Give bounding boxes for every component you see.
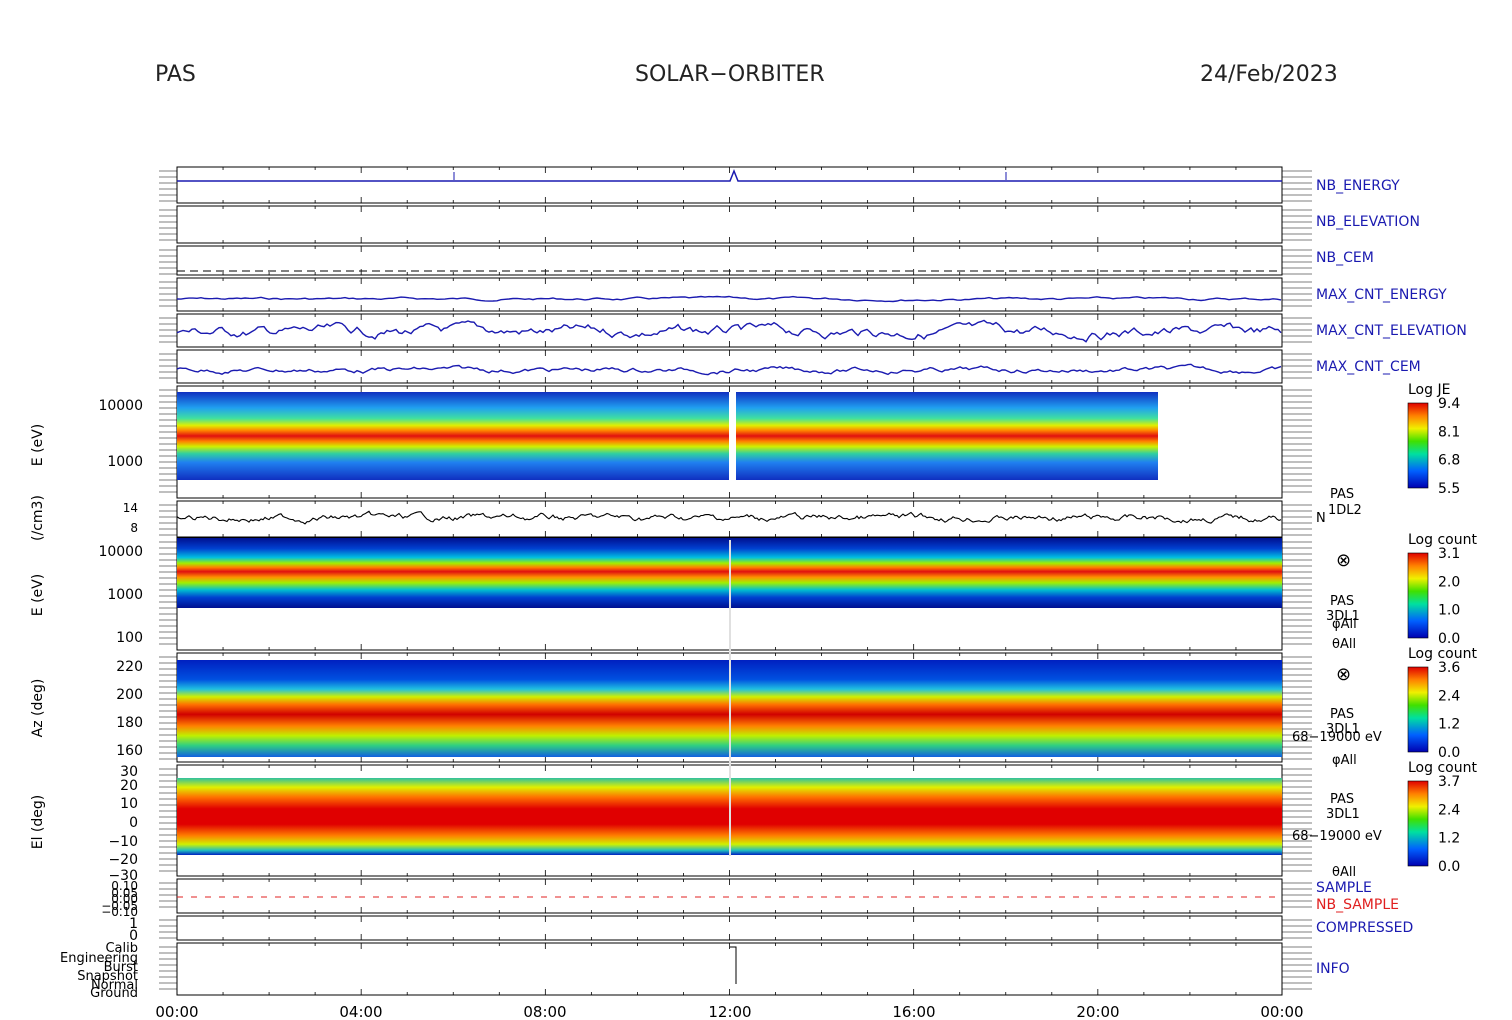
density-label: 1DL2 bbox=[1328, 503, 1362, 518]
colorbar-tick: 1.2 bbox=[1438, 717, 1460, 733]
y-axis-label: E (eV) bbox=[30, 424, 46, 466]
max-cnt-elevation-trace bbox=[176, 319, 1282, 343]
energy-spectrogram-band bbox=[177, 392, 729, 480]
y-tick-label: 14 bbox=[123, 501, 138, 515]
y-tick-label: 8 bbox=[130, 521, 138, 535]
data-gap bbox=[729, 392, 736, 480]
max-cnt-elevation-label: MAX_CNT_ELEVATION bbox=[1316, 323, 1467, 339]
max-cnt-cem-label: MAX_CNT_CEM bbox=[1316, 359, 1421, 375]
colorbar-tick: 8.1 bbox=[1438, 424, 1460, 440]
summary-plot: NB_ENERGY NB_ELEVATION NB_CEM MAX_CNT_ENERG… bbox=[30, 166, 1477, 1020]
info-label: INFO bbox=[1316, 961, 1350, 977]
x-tick-label: 12:00 bbox=[708, 1003, 751, 1020]
colorbar-tick: 2.4 bbox=[1438, 688, 1460, 704]
panel-label: PAS bbox=[1330, 792, 1354, 807]
panel-label: PAS bbox=[1330, 707, 1354, 722]
panel-label: 3DL1 bbox=[1326, 807, 1360, 822]
colorbar-tick: 9.4 bbox=[1438, 396, 1460, 412]
colorbar-tick: 0.0 bbox=[1438, 859, 1460, 875]
panel-label: θAll bbox=[1332, 865, 1356, 880]
colorbar-tick: 3.1 bbox=[1438, 546, 1460, 562]
y-tick-label: Ground bbox=[90, 986, 138, 1001]
energy-spectrogram-band bbox=[736, 392, 1158, 480]
y-axis-label: El (deg) bbox=[30, 795, 46, 850]
y-tick-label: −20 bbox=[108, 852, 138, 868]
colorbar-tick: 0.0 bbox=[1438, 745, 1460, 761]
y-tick-label: 10 bbox=[120, 796, 138, 812]
nb-energy-label: NB_ENERGY bbox=[1316, 178, 1400, 194]
max-cnt-cem-trace bbox=[176, 363, 1282, 376]
panel-label: 68−19000 eV bbox=[1292, 730, 1382, 745]
colorbar-tick: 3.7 bbox=[1438, 774, 1460, 790]
y-axis-label: (/cm3) bbox=[30, 495, 46, 541]
max-cnt-energy-label: MAX_CNT_ENERGY bbox=[1316, 287, 1447, 303]
panel-label: φAll bbox=[1332, 753, 1357, 768]
y-tick-label: 180 bbox=[116, 715, 143, 731]
colorbar bbox=[1407, 780, 1429, 867]
info-trace bbox=[730, 946, 737, 984]
y-axis-label: E (eV) bbox=[30, 574, 46, 616]
x-tick-label: 00:00 bbox=[155, 1003, 198, 1020]
colorbar bbox=[1407, 666, 1429, 753]
y-tick-label: 10000 bbox=[98, 398, 143, 414]
y-tick-label: 20 bbox=[120, 778, 138, 794]
panel-label: φAll bbox=[1332, 617, 1357, 632]
nb-sample-label: NB_SAMPLE bbox=[1316, 897, 1399, 913]
nb-elevation-label: NB_ELEVATION bbox=[1316, 214, 1420, 230]
direction-symbol: ⊗ bbox=[1336, 664, 1351, 685]
colorbar bbox=[1407, 552, 1429, 639]
x-tick-label: 20:00 bbox=[1076, 1003, 1119, 1020]
y-tick-label: 10000 bbox=[98, 544, 143, 560]
density-trace bbox=[176, 510, 1282, 525]
colorbar bbox=[1407, 402, 1429, 489]
panel-label: 68−19000 eV bbox=[1292, 829, 1382, 844]
panel-label: PAS bbox=[1330, 594, 1354, 609]
y-tick-label: 1000 bbox=[107, 587, 143, 603]
y-axis-label: Az (deg) bbox=[30, 679, 46, 738]
max-cnt-energy-trace bbox=[176, 295, 1282, 303]
colorbar-tick: 3.6 bbox=[1438, 660, 1460, 676]
nb-cem-label: NB_CEM bbox=[1316, 250, 1374, 266]
y-tick-label: 1000 bbox=[107, 454, 143, 470]
info-panel bbox=[176, 942, 1283, 996]
compressed-label: COMPRESSED bbox=[1316, 920, 1413, 936]
x-tick-label: 08:00 bbox=[523, 1003, 566, 1020]
x-tick-label: 00:00 bbox=[1260, 1003, 1303, 1020]
sample-label: SAMPLE bbox=[1316, 880, 1372, 896]
x-tick-label: 04:00 bbox=[339, 1003, 382, 1020]
energy3d-spectrogram-band bbox=[177, 538, 1149, 608]
colorbar-tick: 0.0 bbox=[1438, 631, 1460, 647]
colorbar-tick: 5.5 bbox=[1438, 481, 1460, 497]
colorbar-tick: 2.4 bbox=[1438, 802, 1460, 818]
colorbar-tick: 1.2 bbox=[1438, 831, 1460, 847]
direction-symbol: ⊗ bbox=[1336, 550, 1351, 571]
panel-label: θAll bbox=[1332, 637, 1356, 652]
x-tick-label: 16:00 bbox=[892, 1003, 935, 1020]
colorbar-tick: 1.0 bbox=[1438, 603, 1460, 619]
density-label: N bbox=[1316, 511, 1326, 526]
y-tick-label: 220 bbox=[116, 659, 143, 675]
y-tick-label: 160 bbox=[116, 743, 143, 759]
y-tick-label: 200 bbox=[116, 687, 143, 703]
colorbar-tick: 2.0 bbox=[1438, 574, 1460, 590]
y-tick-label: 100 bbox=[116, 630, 143, 646]
energy3d-spectrogram-band bbox=[1148, 538, 1282, 608]
density-label: PAS bbox=[1330, 487, 1354, 502]
y-tick-label: 0 bbox=[129, 815, 138, 831]
colorbar-tick: 6.8 bbox=[1438, 453, 1460, 469]
y-tick-label: −10 bbox=[108, 834, 138, 850]
